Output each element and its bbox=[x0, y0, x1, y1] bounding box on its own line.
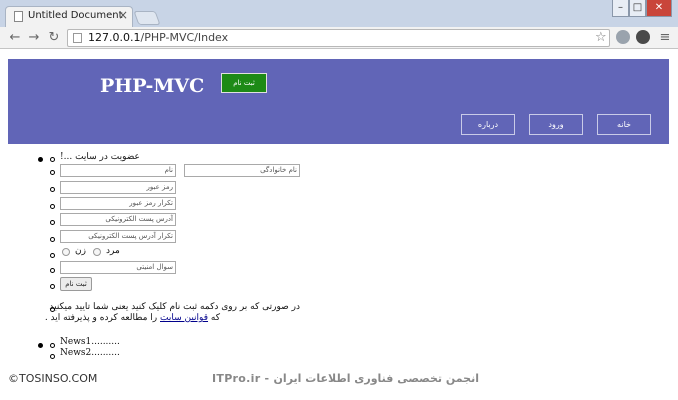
list-circle bbox=[50, 204, 55, 209]
star-icon[interactable]: ☆ bbox=[595, 30, 607, 45]
tab-title: Untitled Document bbox=[28, 10, 123, 21]
gender-male-label: مرد bbox=[106, 246, 120, 256]
nav-login[interactable]: ورود bbox=[529, 114, 583, 135]
news-item: News2.......... bbox=[60, 348, 120, 358]
browser-toolbar: ← → ↻ 127.0.0.1/PHP-MVC/Index ☆ ≡ bbox=[0, 27, 678, 49]
new-tab-button[interactable] bbox=[133, 11, 161, 25]
gender-female-label: زن bbox=[75, 246, 86, 256]
watermark-right: ITPro.ir - انجمن تخصصی فناوری اطلاعات ای… bbox=[212, 372, 479, 385]
browser-tab[interactable]: Untitled Document × bbox=[5, 6, 133, 27]
list-circle bbox=[50, 354, 55, 359]
watermark-left: ©TOSINSO.COM bbox=[8, 372, 98, 385]
list-circle bbox=[50, 237, 55, 242]
menu-icon[interactable]: ≡ bbox=[656, 29, 674, 47]
document-icon bbox=[14, 11, 23, 22]
list-circle bbox=[50, 343, 55, 348]
address-bar[interactable]: 127.0.0.1/PHP-MVC/Index ☆ bbox=[67, 29, 610, 47]
first-name-input[interactable]: نام bbox=[60, 164, 176, 177]
close-window-button[interactable]: ✕ bbox=[646, 0, 672, 17]
browser-tabstrip: Untitled Document × – □ ✕ bbox=[0, 0, 678, 27]
window-controls: – □ ✕ bbox=[612, 0, 672, 17]
url-host: 127.0.0.1 bbox=[88, 31, 141, 44]
terms-text-line2: که قوانین سایت را مطالعه کرده و پذیرفته … bbox=[45, 313, 220, 323]
gender-female-radio[interactable] bbox=[62, 248, 70, 256]
list-circle bbox=[50, 253, 55, 258]
list-circle bbox=[50, 284, 55, 289]
site-header: PHP-MVC ثبت نام خانه ورود درباره bbox=[8, 59, 669, 144]
tab-close-icon[interactable]: × bbox=[118, 8, 128, 22]
gender-male-radio[interactable] bbox=[93, 248, 101, 256]
terms-post: را مطالعه کرده و پذیرفته اید . bbox=[44, 313, 160, 323]
submit-button[interactable]: ثبت نام bbox=[60, 277, 92, 291]
reload-icon[interactable]: ↻ bbox=[45, 29, 63, 47]
header-signup-button[interactable]: ثبت نام bbox=[221, 73, 267, 93]
terms-text-line1: در صورتی که بر روی دکمه ثبت نام کلیک کنی… bbox=[49, 302, 300, 312]
page-icon bbox=[73, 33, 82, 43]
email-repeat-input[interactable]: تکرار آدرس پست الکترونیکی bbox=[60, 230, 176, 243]
form-heading: !... عضویت در سایت bbox=[60, 152, 140, 162]
list-bullet bbox=[38, 343, 43, 348]
list-circle bbox=[50, 187, 55, 192]
security-question-input[interactable]: سوال امنیتی bbox=[60, 261, 176, 274]
list-circle bbox=[50, 170, 55, 175]
list-bullet bbox=[38, 157, 43, 162]
terms-pre: که bbox=[208, 313, 220, 323]
list-circle bbox=[50, 157, 55, 162]
password-input[interactable]: رمز عبور bbox=[60, 181, 176, 194]
site-logo[interactable]: PHP-MVC bbox=[100, 75, 204, 97]
news-item: News1.......... bbox=[60, 337, 120, 347]
url-text: 127.0.0.1/PHP-MVC/Index bbox=[88, 31, 228, 44]
last-name-input[interactable]: نام خانوادگی bbox=[184, 164, 300, 177]
globe-icon[interactable] bbox=[616, 30, 630, 44]
back-icon[interactable]: ← bbox=[6, 29, 24, 47]
extension-icon[interactable] bbox=[636, 30, 650, 44]
list-circle bbox=[50, 220, 55, 225]
maximize-button[interactable]: □ bbox=[629, 0, 646, 17]
terms-link[interactable]: قوانین سایت bbox=[160, 313, 208, 323]
nav-home[interactable]: خانه bbox=[597, 114, 651, 135]
minimize-button[interactable]: – bbox=[612, 0, 629, 17]
nav-about[interactable]: درباره bbox=[461, 114, 515, 135]
forward-icon[interactable]: → bbox=[25, 29, 43, 47]
email-input[interactable]: آدرس پست الکترونیکی bbox=[60, 213, 176, 226]
list-circle bbox=[50, 268, 55, 273]
password-repeat-input[interactable]: تکرار رمز عبور bbox=[60, 197, 176, 210]
url-path: /PHP-MVC/Index bbox=[140, 31, 229, 44]
